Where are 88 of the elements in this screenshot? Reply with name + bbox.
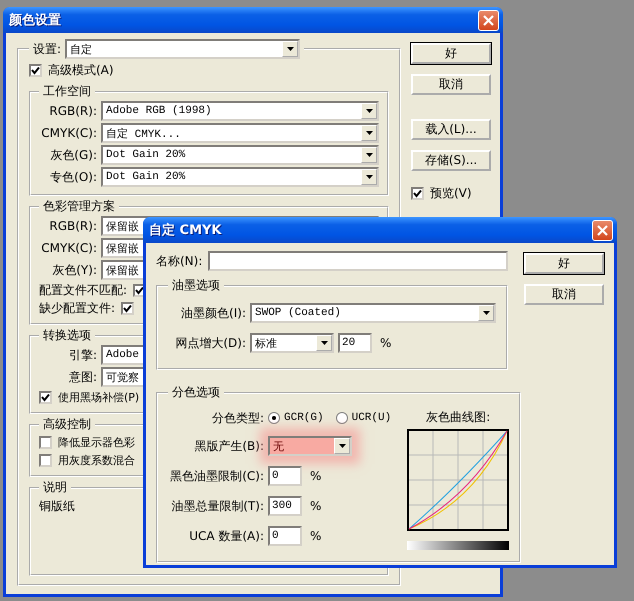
group-title: 高级控制 xyxy=(42,416,92,433)
dropdown-arrow-button[interactable] xyxy=(361,103,377,119)
group-title: 工作空间 xyxy=(42,83,92,100)
dropdown[interactable]: SWOP (Coated) xyxy=(250,303,496,323)
checkbox-label: 使用黑场补偿(P) xyxy=(58,390,140,404)
field-label: 网点增大(D): xyxy=(174,334,246,352)
radio-label: UCR(U) xyxy=(352,412,392,424)
caret-icon xyxy=(366,153,372,157)
group-title: 转换选项 xyxy=(42,327,92,344)
radio-button[interactable] xyxy=(336,412,348,424)
checkbox[interactable] xyxy=(39,454,52,466)
dropdown-arrow-button[interactable] xyxy=(282,41,298,57)
caret-icon xyxy=(366,131,372,135)
input-field[interactable]: 0 xyxy=(268,526,302,546)
dropdown[interactable]: 无 xyxy=(268,436,352,456)
field-label: 引擎: xyxy=(68,346,97,364)
window-title: 自定 CMYK xyxy=(149,222,222,239)
dropdown-arrow-button[interactable] xyxy=(334,438,350,454)
field-label: RGB(R): xyxy=(48,104,97,118)
field-label: 灰色(Y): xyxy=(51,262,97,278)
description-text: 铜版纸 xyxy=(39,498,75,515)
name-field[interactable] xyxy=(208,251,508,271)
dropdown-arrow-button[interactable] xyxy=(361,125,377,141)
checkbox-label: 降低显示器色彩 xyxy=(58,434,135,450)
caret-icon xyxy=(286,47,294,51)
checkbox[interactable] xyxy=(121,302,134,314)
unit-label: % xyxy=(310,469,322,483)
field-label: CMYK(C): xyxy=(40,126,97,140)
field-label: 设置: xyxy=(33,40,62,58)
field-label: CMYK(C): xyxy=(40,241,97,255)
graph-label: 灰色曲线图: xyxy=(426,409,490,426)
dialog-button[interactable]: 好 xyxy=(524,253,604,274)
field-label: 黑色油墨限制(C): xyxy=(169,468,264,484)
group-title: 油墨选项 xyxy=(171,277,221,294)
group-title: 色彩管理方案 xyxy=(42,198,116,215)
dialog-button[interactable]: 取消 xyxy=(524,284,604,305)
checkbox[interactable] xyxy=(39,436,52,448)
dropdown-arrow-button[interactable] xyxy=(361,147,377,163)
dropdown-arrow-button[interactable] xyxy=(361,169,377,185)
close-button[interactable] xyxy=(592,220,613,240)
caret-icon xyxy=(366,175,372,179)
field-label: 专色(O): xyxy=(49,168,97,186)
dropdown[interactable]: 自定 xyxy=(65,39,300,59)
dropdown[interactable]: 标准 xyxy=(250,333,334,353)
checkbox-label: 用灰度系数混合 xyxy=(58,452,135,468)
close-icon xyxy=(597,224,608,236)
input-field[interactable]: 20 xyxy=(338,333,372,353)
unit-label: % xyxy=(380,336,392,350)
checkbox-label: 预览(V) xyxy=(430,185,472,202)
group-title: 分色选项 xyxy=(171,384,221,401)
dialog-button[interactable]: 存储(S)... xyxy=(411,150,491,171)
close-button[interactable] xyxy=(478,10,499,30)
dropdown[interactable]: 自定 CMYK... xyxy=(101,123,379,143)
caret-icon xyxy=(482,311,490,315)
dialog-button[interactable]: 取消 xyxy=(411,74,491,95)
checkbox[interactable] xyxy=(411,187,424,200)
unit-label: % xyxy=(310,499,322,513)
dialog-button[interactable]: 载入(L)... xyxy=(411,119,491,140)
unit-label: % xyxy=(310,529,322,543)
dropdown[interactable]: Dot Gain 20% xyxy=(101,145,379,165)
field-label: 缺少配置文件: xyxy=(39,300,116,316)
checkbox[interactable] xyxy=(29,64,42,76)
field-label: UCA 数量(A): xyxy=(188,528,264,544)
dropdown[interactable]: Adobe RGB (1998) xyxy=(101,101,379,121)
dropdown-arrow-button[interactable] xyxy=(316,335,332,351)
field-label: 黑版产生(B): xyxy=(193,438,264,454)
field-label: 名称(N): xyxy=(156,252,202,270)
field-label: 油墨总量限制(T): xyxy=(170,498,264,514)
checkbox[interactable] xyxy=(39,390,52,404)
field-label: 分色类型: xyxy=(210,410,264,426)
field-label: 配置文件不匹配: xyxy=(39,282,128,298)
dropdown-arrow-button[interactable] xyxy=(478,305,494,321)
dropdown[interactable]: Dot Gain 20% xyxy=(101,167,379,187)
caret-icon xyxy=(338,444,346,448)
group-title: 说明 xyxy=(42,479,68,496)
dialog-button[interactable]: 好 xyxy=(411,43,491,64)
radio-button[interactable] xyxy=(268,412,280,424)
input-field[interactable]: 300 xyxy=(268,496,302,516)
field-label: RGB(R): xyxy=(48,219,97,233)
caret-icon xyxy=(366,109,372,113)
field-label: 意图: xyxy=(68,368,97,386)
field-label: 灰色(G): xyxy=(49,146,97,164)
checkbox-label: 高级模式(A) xyxy=(48,62,114,78)
close-icon xyxy=(483,14,494,26)
field-label: 油墨颜色(I): xyxy=(180,304,246,322)
window-title: 颜色设置 xyxy=(9,12,61,29)
input-field[interactable]: 0 xyxy=(268,466,302,486)
radio-label: GCR(G) xyxy=(284,412,324,424)
